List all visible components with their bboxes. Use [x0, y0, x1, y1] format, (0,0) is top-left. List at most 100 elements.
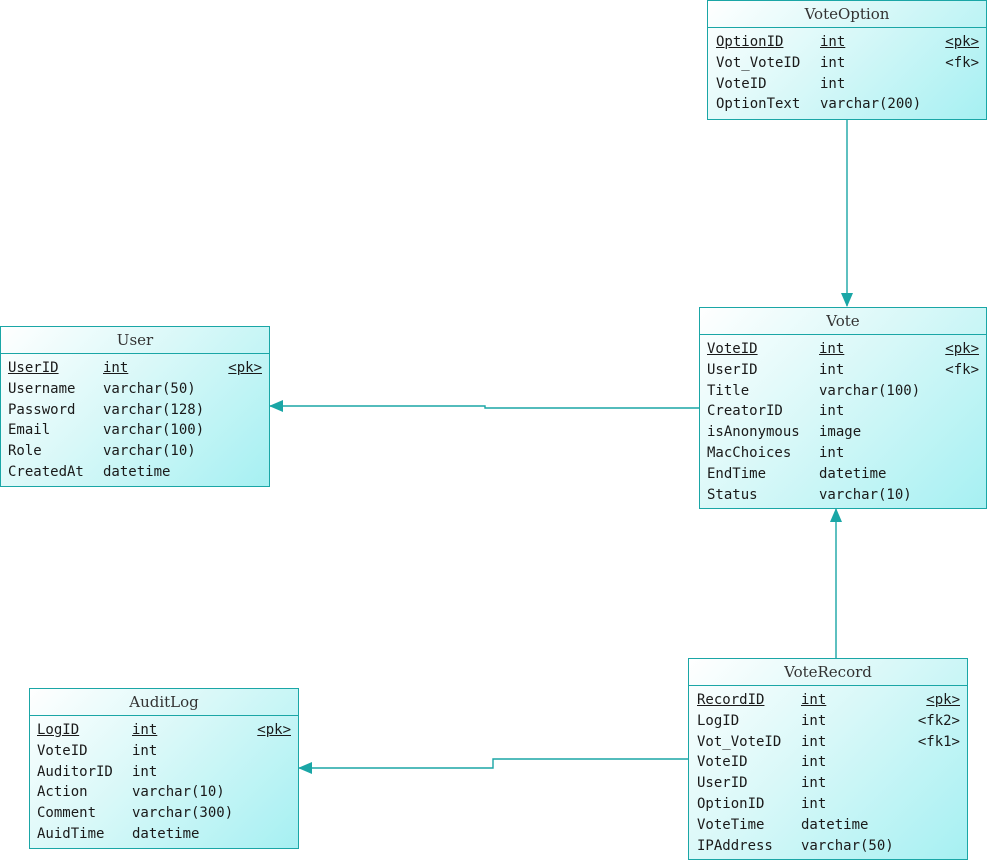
attribute-name: CreatorID	[707, 403, 783, 420]
attribute-row: AuidTime datetime	[37, 824, 291, 845]
attribute-type: int	[801, 692, 827, 708]
attribute-row: VoteTime datetime	[697, 815, 960, 836]
attribute-name: CreatedAt	[8, 463, 84, 480]
attribute-key	[222, 420, 262, 441]
entity-title: User	[1, 327, 269, 354]
attribute-key	[251, 803, 291, 824]
attribute-type: int	[819, 361, 845, 378]
entity-title: VoteOption	[708, 1, 986, 28]
attribute-row: VoteID int <pk>	[707, 339, 979, 360]
attribute-name: AuditorID	[37, 763, 113, 780]
rel-voterecord-to-auditlog	[298, 758, 688, 774]
attribute-type: int	[132, 742, 158, 759]
attribute-name: IPAddress	[697, 837, 773, 854]
attribute-row: Status varchar(10)	[707, 485, 979, 506]
attribute-key: <fk>	[945, 54, 979, 71]
attribute-list: LogID int <pk> VoteID int AuditorID int Acti…	[30, 716, 298, 845]
attribute-type: datetime	[132, 825, 200, 842]
attribute-name: Action	[37, 784, 88, 801]
attribute-key	[939, 74, 979, 95]
attribute-key	[251, 782, 291, 803]
attribute-name: AuidTime	[37, 825, 105, 842]
attribute-key	[222, 379, 262, 400]
attribute-type: int	[820, 34, 846, 50]
attribute-type: varchar(128)	[103, 401, 205, 418]
attribute-row: Role varchar(10)	[8, 441, 262, 462]
attribute-key	[251, 762, 291, 783]
attribute-row: OptionID int <pk>	[716, 32, 979, 53]
attribute-row: Vot_VoteID int <fk>	[716, 53, 979, 74]
attribute-name: VoteID	[37, 742, 88, 759]
attribute-name: Username	[8, 380, 76, 397]
attribute-list: VoteID int <pk> UserID int <fk> Title varchar…	[700, 335, 986, 505]
attribute-type: int	[819, 403, 845, 420]
attribute-key	[939, 422, 979, 443]
attribute-row: VoteID int	[37, 741, 291, 762]
attribute-name: OptionText	[716, 96, 801, 113]
attribute-name: UserID	[707, 361, 758, 378]
attribute-type: int	[132, 763, 158, 780]
attribute-type: varchar(10)	[103, 443, 196, 460]
attribute-row: RecordID int <pk>	[697, 690, 960, 711]
attribute-list: OptionID int <pk> Vot_VoteID int <fk> VoteID…	[708, 28, 986, 115]
attribute-name: LogID	[697, 712, 740, 729]
attribute-key	[920, 836, 960, 857]
entity-title: Vote	[700, 308, 986, 335]
attribute-name: Status	[707, 486, 758, 503]
attribute-row: Title varchar(100)	[707, 381, 979, 402]
attribute-row: LogID int <fk2>	[697, 711, 960, 732]
attribute-type: int	[801, 795, 827, 812]
attribute-key	[920, 773, 960, 794]
attribute-type: int	[801, 754, 827, 771]
attribute-key: <pk>	[228, 360, 262, 376]
attribute-name: VoteTime	[697, 816, 765, 833]
attribute-type: varchar(100)	[103, 422, 205, 439]
rel-vote-to-user	[269, 400, 699, 412]
attribute-row: OptionID int	[697, 794, 960, 815]
attribute-type: int	[801, 733, 827, 750]
attribute-row: Password varchar(128)	[8, 400, 262, 421]
attribute-list: RecordID int <pk> LogID int <fk2> Vot_VoteID…	[689, 686, 967, 856]
entity-auditlog[interactable]: AuditLog LogID int <pk> VoteID int AuditorI…	[29, 688, 299, 849]
attribute-row: Username varchar(50)	[8, 379, 262, 400]
attribute-name: UserID	[8, 360, 59, 376]
attribute-type: varchar(50)	[801, 837, 894, 854]
attribute-row: IPAddress varchar(50)	[697, 836, 960, 857]
entity-voterecord[interactable]: VoteRecord RecordID int <pk> LogID int <fk2>…	[688, 658, 968, 860]
attribute-row: CreatedAt datetime	[8, 462, 262, 483]
attribute-key	[222, 400, 262, 421]
attribute-type: datetime	[801, 816, 869, 833]
attribute-key	[222, 462, 262, 483]
attribute-row: Vot_VoteID int <fk1>	[697, 732, 960, 753]
entity-voteoption[interactable]: VoteOption OptionID int <pk> Vot_VoteID int…	[707, 0, 987, 120]
attribute-type: int	[819, 444, 845, 461]
attribute-row: Action varchar(10)	[37, 782, 291, 803]
attribute-key: <pk>	[945, 341, 979, 357]
attribute-name: Role	[8, 443, 42, 460]
attribute-type: int	[132, 722, 158, 738]
attribute-name: OptionID	[716, 34, 784, 50]
attribute-key: <fk2>	[917, 712, 960, 729]
attribute-row: VoteID int	[697, 752, 960, 773]
entity-vote[interactable]: Vote VoteID int <pk> UserID int <fk> Title va…	[699, 307, 987, 509]
attribute-key	[251, 741, 291, 762]
attribute-row: Comment varchar(300)	[37, 803, 291, 824]
entity-user[interactable]: User UserID int <pk> Username varchar(50) P…	[0, 326, 270, 487]
attribute-name: UserID	[697, 775, 748, 792]
attribute-key	[939, 443, 979, 464]
attribute-name: Comment	[37, 805, 97, 822]
attribute-key	[939, 94, 979, 115]
attribute-type: int	[801, 712, 827, 729]
attribute-row: UserID int <pk>	[8, 358, 262, 379]
attribute-key: <pk>	[257, 722, 291, 738]
attribute-row: UserID int	[697, 773, 960, 794]
attribute-type: varchar(200)	[820, 96, 922, 113]
attribute-key: <pk>	[926, 692, 960, 708]
attribute-name: isAnonymous	[707, 424, 800, 441]
attribute-name: RecordID	[697, 692, 765, 708]
attribute-type: image	[819, 424, 862, 441]
attribute-row: EndTime datetime	[707, 464, 979, 485]
attribute-type: int	[103, 360, 129, 376]
attribute-type: varchar(300)	[132, 805, 234, 822]
attribute-key: <fk>	[945, 361, 979, 378]
